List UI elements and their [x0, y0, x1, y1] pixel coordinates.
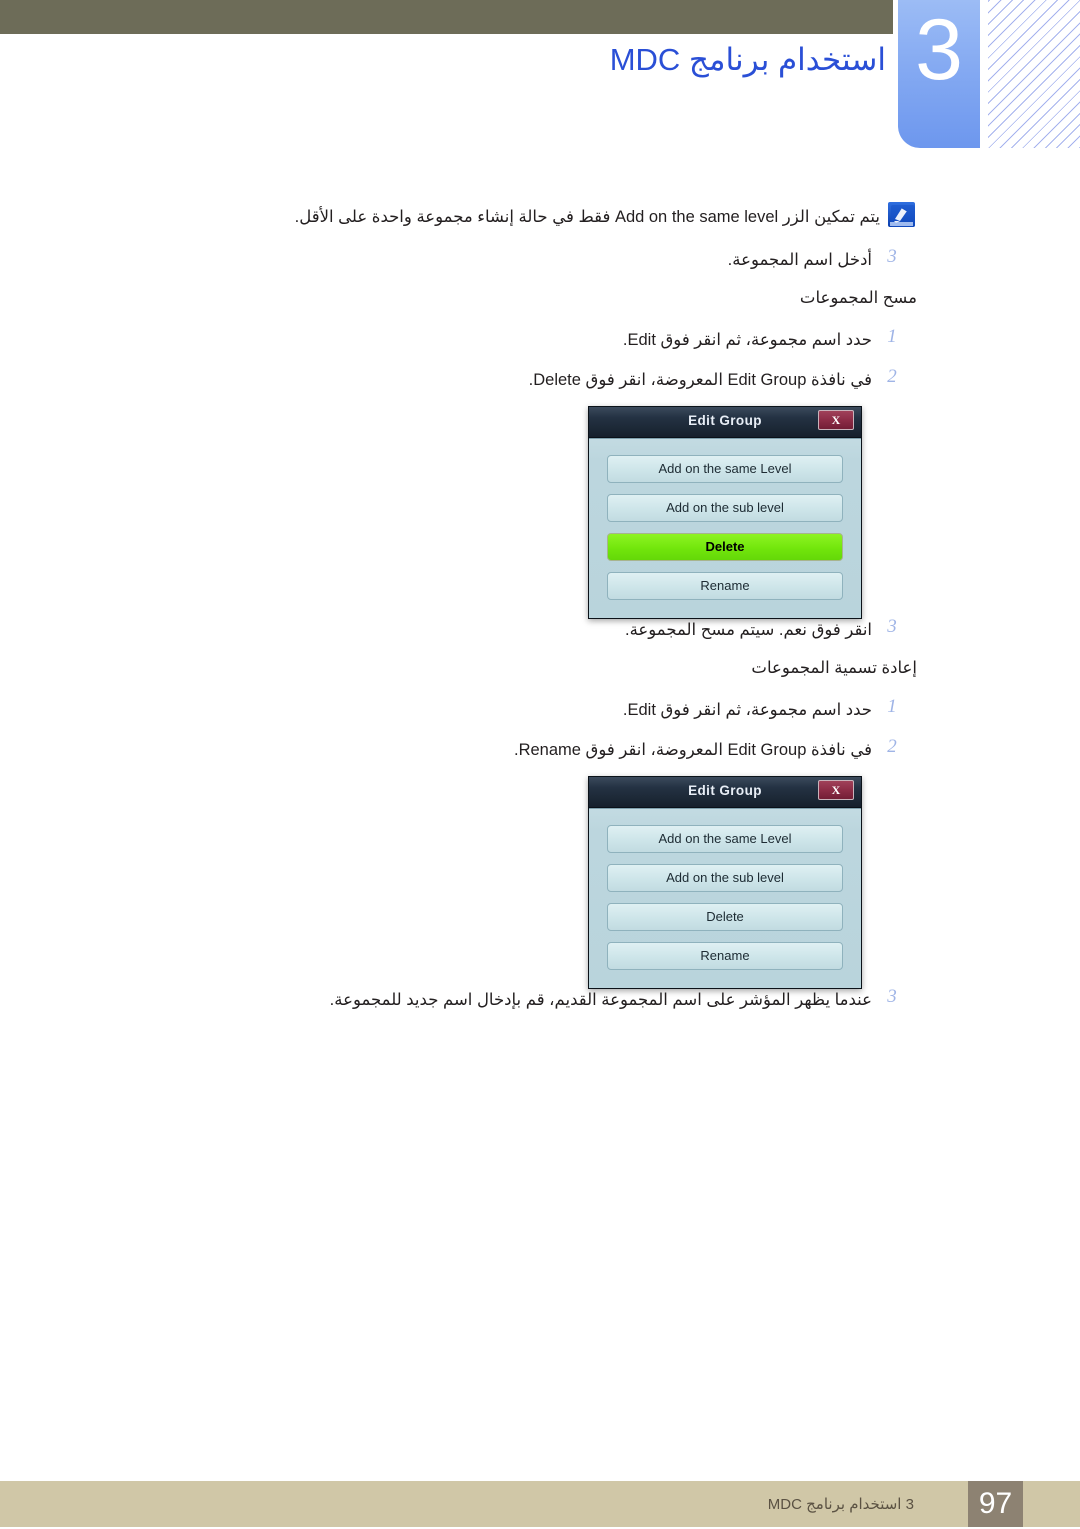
- note-text: يتم تمكين الزر Add on the same level فقط…: [294, 208, 880, 226]
- dialog-body: Add on the same Level Add on the sub leve…: [589, 808, 861, 988]
- instruction-step: 2 في نافذة Edit Group المعروضة، انقر فوق …: [0, 736, 1080, 776]
- step-text: حدد اسم مجموعة، ثم انقر فوق Edit.: [622, 701, 872, 719]
- page-title-text: استخدام برنامج MDC: [609, 42, 886, 77]
- header-bar: [0, 0, 893, 34]
- footer-bar: [0, 1481, 1080, 1527]
- note-row: يتم تمكين الزر Add on the same level فقط…: [0, 200, 1080, 246]
- note-pencil-icon: [888, 202, 918, 230]
- dialog-button-rename[interactable]: Rename: [607, 572, 843, 600]
- page-number: 97: [968, 1481, 1023, 1527]
- edit-group-dialog: Edit Group X Add on the same Level Add on t…: [588, 406, 862, 619]
- step-text: عندما يظهر المؤشر على اسم المجموعة القدي…: [329, 991, 872, 1009]
- step-number: 3: [887, 246, 897, 267]
- dialog-button-add-on-the-sub-level[interactable]: Add on the sub level: [607, 864, 843, 892]
- dialog-body: Add on the same Level Add on the sub leve…: [589, 438, 861, 618]
- step-number: 1: [887, 696, 897, 717]
- step-number: 1: [887, 326, 897, 347]
- dialog-button-rename[interactable]: Rename: [607, 942, 843, 970]
- footer-chapter-label: 3 استخدام برنامج MDC: [767, 1496, 914, 1513]
- section-subheading: مسح المجموعات: [0, 286, 1080, 326]
- dialog-container: Edit Group X Add on the same Level Add on t…: [0, 406, 1080, 619]
- instruction-step: 1 حدد اسم مجموعة، ثم انقر فوق Edit.: [0, 326, 1080, 366]
- dialog-button-add-on-the-same-level[interactable]: Add on the same Level: [607, 825, 843, 853]
- instruction-step: 1 حدد اسم مجموعة، ثم انقر فوق Edit.: [0, 696, 1080, 736]
- step-text: حدد اسم مجموعة، ثم انقر فوق Edit.: [622, 331, 872, 349]
- section-subheading-text: مسح المجموعات: [799, 289, 917, 307]
- close-icon[interactable]: X: [818, 410, 854, 430]
- dialog-button-delete[interactable]: Delete: [607, 533, 843, 561]
- dialog-container: Edit Group X Add on the same Level Add on t…: [0, 776, 1080, 989]
- step-number: 2: [887, 736, 897, 757]
- instruction-step: 3 أدخل اسم المجموعة.: [0, 246, 1080, 286]
- chapter-number: 3: [915, 2, 963, 98]
- dialog-button-delete[interactable]: Delete: [607, 903, 843, 931]
- content-area: يتم تمكين الزر Add on the same level فقط…: [0, 200, 1080, 1026]
- step-text: في نافذة Edit Group المعروضة، انقر فوق D…: [528, 371, 872, 389]
- dialog-titlebar[interactable]: Edit Group X: [589, 407, 861, 438]
- instruction-step: 2 في نافذة Edit Group المعروضة، انقر فوق …: [0, 366, 1080, 406]
- dialog-button-add-on-the-same-level[interactable]: Add on the same Level: [607, 455, 843, 483]
- dialog-titlebar[interactable]: Edit Group X: [589, 777, 861, 808]
- step-text: أدخل اسم المجموعة.: [727, 251, 872, 269]
- section-subheading: إعادة تسمية المجموعات: [0, 656, 1080, 696]
- instruction-step: 3 انقر فوق نعم. سيتم مسح المجموعة.: [0, 616, 1080, 656]
- chapter-number-badge: 3: [898, 0, 980, 148]
- step-number: 3: [887, 986, 897, 1007]
- step-text: في نافذة Edit Group المعروضة، انقر فوق R…: [513, 741, 872, 759]
- instruction-step: 3 عندما يظهر المؤشر على اسم المجموعة القد…: [0, 986, 1080, 1026]
- step-text: انقر فوق نعم. سيتم مسح المجموعة.: [625, 621, 872, 639]
- edit-group-dialog: Edit Group X Add on the same Level Add on t…: [588, 776, 862, 989]
- close-icon[interactable]: X: [818, 780, 854, 800]
- step-number: 3: [887, 616, 897, 637]
- header-hatch-decoration: [988, 0, 1080, 148]
- step-number: 2: [887, 366, 897, 387]
- dialog-button-add-on-the-sub-level[interactable]: Add on the sub level: [607, 494, 843, 522]
- section-subheading-text: إعادة تسمية المجموعات: [751, 659, 917, 677]
